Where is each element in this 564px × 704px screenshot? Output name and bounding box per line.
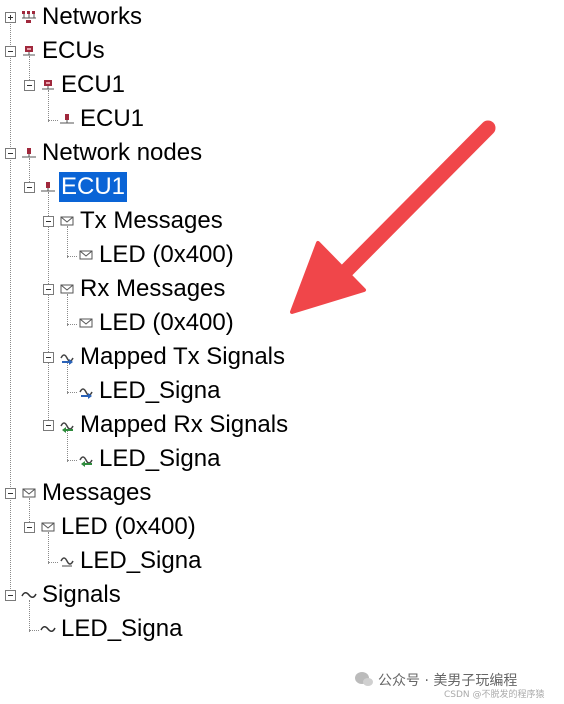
wechat-icon (355, 672, 373, 686)
watermark-sub: CSDN @不脱发的程序猿 (444, 690, 545, 700)
annotation-arrow (290, 120, 496, 314)
